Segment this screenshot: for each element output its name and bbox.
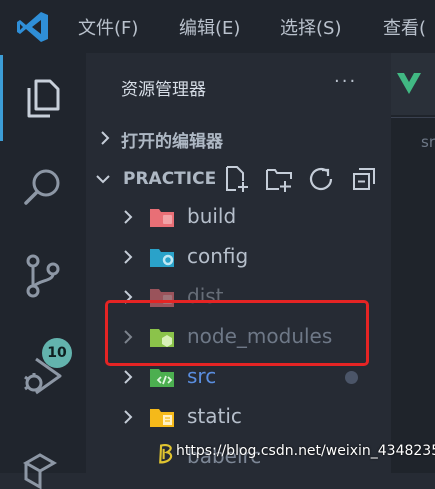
- new-file-icon[interactable]: [223, 165, 251, 193]
- tree-item-config[interactable]: config: [86, 237, 391, 277]
- editor-area: sr: [391, 53, 435, 473]
- git-modified-dot: [345, 371, 358, 384]
- tree-item-static[interactable]: static: [86, 397, 391, 437]
- collapse-all-icon[interactable]: [350, 165, 378, 193]
- refresh-icon[interactable]: [307, 165, 335, 193]
- breadcrumb-fragment: sr: [421, 133, 435, 151]
- chevron-down-icon: [96, 175, 110, 184]
- tree-item-build[interactable]: build: [86, 197, 391, 237]
- activity-bar: 10: [0, 53, 86, 489]
- chevron-right-icon: [124, 370, 133, 384]
- search-icon[interactable]: [20, 165, 66, 211]
- explorer-title: 资源管理器: [121, 80, 206, 100]
- active-indicator: [0, 55, 3, 141]
- project-label: PRACTICE: [123, 169, 217, 189]
- explorer-sidebar: 资源管理器 ··· 打开的编辑器 PRACTICE build config d…: [86, 53, 391, 473]
- vscode-logo-icon: [17, 12, 48, 42]
- watermark: https://blog.csdn.net/weixin_43482353: [176, 443, 435, 459]
- open-editors-header[interactable]: 打开的编辑器: [86, 122, 391, 156]
- new-folder-icon[interactable]: [265, 165, 293, 193]
- folder-icon: [150, 409, 174, 427]
- extensions-icon[interactable]: [20, 443, 66, 489]
- tree-item-label: config: [187, 244, 249, 268]
- chevron-right-icon: [124, 410, 133, 424]
- chevron-right-icon: [124, 250, 133, 264]
- tree-item-label: build: [187, 204, 237, 228]
- tree-item-label: static: [187, 404, 242, 428]
- chevron-right-icon: [101, 131, 110, 145]
- folder-icon: [150, 249, 174, 267]
- chevron-right-icon: [124, 210, 133, 224]
- menu-selection[interactable]: 选择(S): [280, 14, 341, 40]
- open-editors-label: 打开的编辑器: [121, 132, 223, 152]
- more-actions-button[interactable]: ···: [334, 71, 357, 92]
- editor-tab[interactable]: [391, 53, 435, 115]
- run-debug-icon[interactable]: [20, 353, 66, 399]
- vue-icon: [397, 73, 421, 94]
- explorer-files-icon[interactable]: [20, 75, 66, 121]
- source-control-icon[interactable]: [20, 253, 66, 299]
- title-bar: 文件(F) 编辑(E) 选择(S) 查看(: [0, 0, 435, 53]
- folder-icon: [150, 209, 174, 227]
- menu-edit[interactable]: 编辑(E): [179, 14, 240, 40]
- folder-icon: [150, 369, 174, 387]
- tab-separator: [391, 117, 435, 118]
- menu-view[interactable]: 查看(: [383, 14, 426, 40]
- tree-item-label: src: [187, 364, 217, 388]
- menu-file[interactable]: 文件(F): [78, 14, 138, 40]
- highlight-box: [105, 300, 369, 366]
